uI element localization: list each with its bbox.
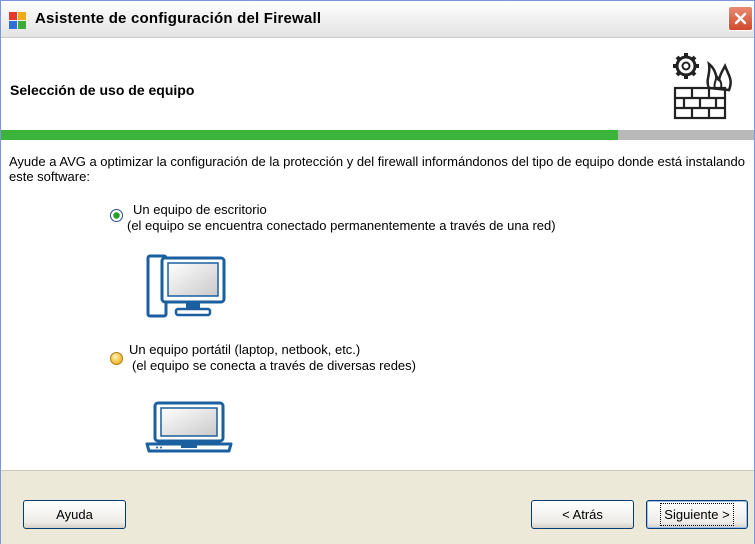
window-title: Asistente de configuración del Firewall [35, 10, 322, 27]
close-button[interactable] [728, 6, 753, 31]
wizard-footer: Ayuda < Atrás Siguiente > [1, 470, 754, 544]
close-icon [734, 12, 747, 25]
next-button[interactable]: Siguiente > [646, 500, 748, 529]
wizard-progress-bar [1, 130, 754, 140]
laptop-option-label[interactable]: Un equipo portátil (laptop, netbook, etc… [129, 342, 360, 357]
next-button-label: Siguiente > [660, 503, 734, 526]
wizard-content: Ayude a AVG a optimizar la configuración… [1, 140, 754, 470]
desktop-radio-button[interactable] [110, 209, 123, 222]
help-button[interactable]: Ayuda [23, 500, 126, 529]
desktop-computer-icon [146, 254, 226, 318]
avg-logo-icon [9, 12, 26, 29]
desktop-option-description: (el equipo se encuentra conectado perman… [127, 218, 556, 233]
title-bar[interactable]: Asistente de configuración del Firewall [1, 1, 754, 38]
desktop-option-label[interactable]: Un equipo de escritorio [133, 202, 267, 217]
progress-fill [1, 130, 619, 140]
page-title: Selección de uso de equipo [10, 82, 195, 98]
laptop-option-description: (el equipo se conecta a través de divers… [132, 358, 416, 373]
firewall-wizard-window: Asistente de configuración del Firewall … [0, 0, 755, 544]
intro-text: Ayude a AVG a optimizar la configuración… [9, 154, 745, 184]
back-button[interactable]: < Atrás [531, 500, 634, 529]
firewall-gear-icon [673, 53, 732, 120]
laptop-icon [145, 401, 233, 453]
laptop-radio-button[interactable] [110, 352, 123, 365]
back-button-label: < Atrás [562, 507, 603, 522]
wizard-header: Selección de uso de equipo [1, 38, 754, 130]
help-button-label: Ayuda [56, 507, 93, 522]
